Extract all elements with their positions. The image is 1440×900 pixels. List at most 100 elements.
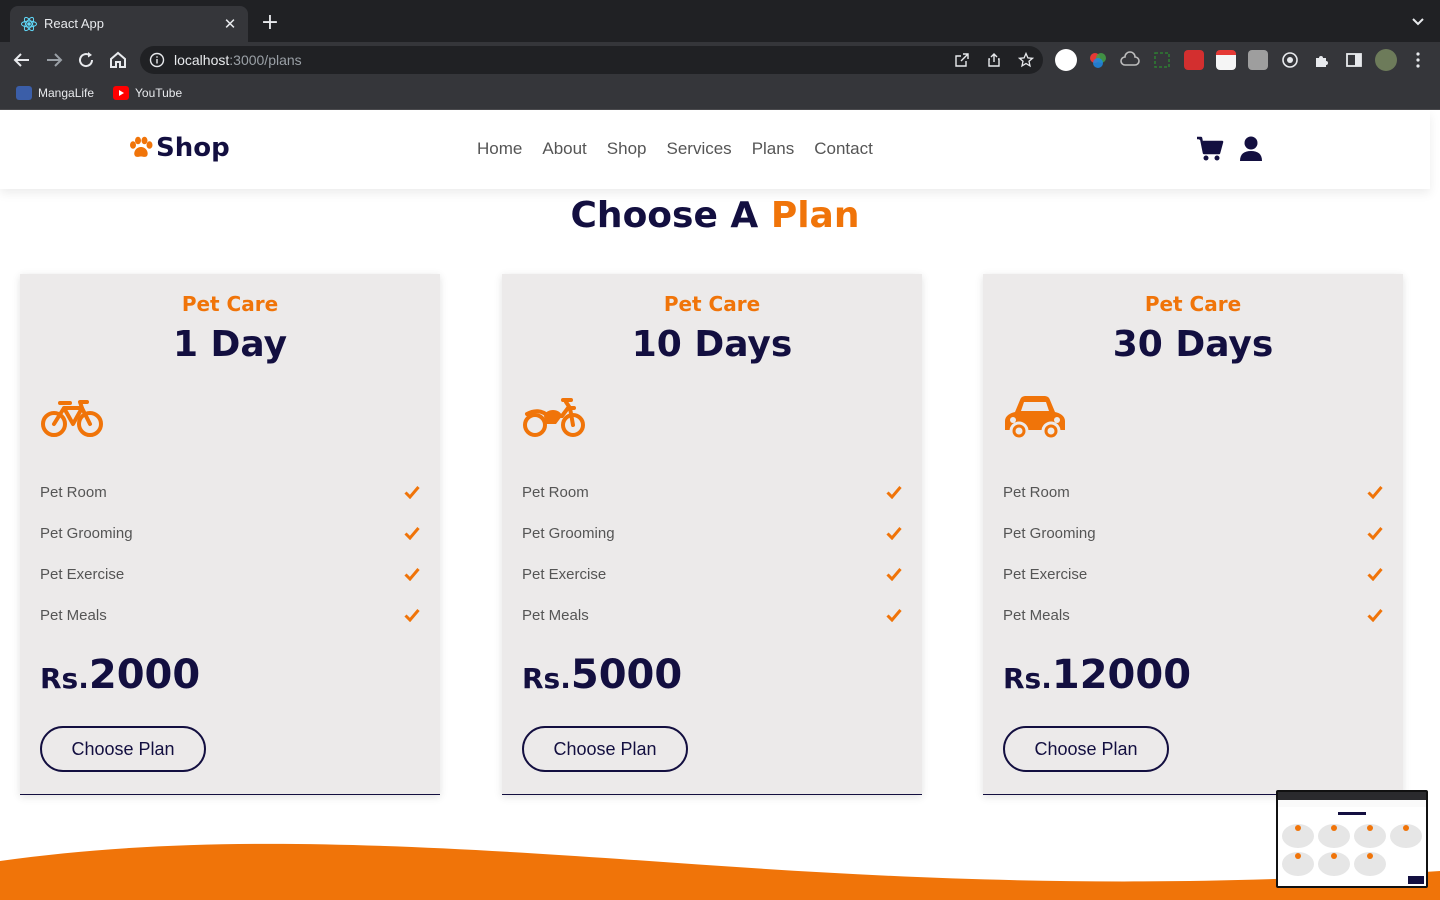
cart-icon[interactable] (1196, 135, 1224, 163)
open-in-new-icon[interactable] (954, 52, 970, 68)
nav-shop[interactable]: Shop (607, 139, 647, 159)
choose-plan-button[interactable]: Choose Plan (1003, 726, 1169, 772)
check-icon (1367, 568, 1383, 581)
screenshot-extension-icon[interactable] (1152, 50, 1172, 70)
feature-label: Pet Room (40, 484, 107, 501)
feature-label: Pet Room (1003, 484, 1070, 501)
plan-price: Rs.12000 (1003, 652, 1191, 698)
choose-plan-button[interactable]: Choose Plan (522, 726, 688, 772)
plan-price: Rs.5000 (522, 652, 682, 698)
plan-feature: Pet Grooming (1003, 525, 1383, 549)
nav-plans[interactable]: Plans (752, 139, 795, 159)
bookmark-label: YouTube (135, 86, 183, 100)
motorcycle-icon (523, 398, 585, 437)
check-icon (886, 568, 902, 581)
bookmark-label: MangaLife (38, 86, 95, 100)
main-nav: Home About Shop Services Plans Contact (477, 139, 893, 159)
check-icon (886, 609, 902, 622)
nav-services[interactable]: Services (667, 139, 732, 159)
price-amount: 2000 (88, 652, 201, 698)
feature-label: Pet Meals (522, 607, 589, 624)
info-icon[interactable] (149, 52, 165, 68)
forward-arrow-icon[interactable] (42, 48, 66, 72)
close-icon[interactable]: ✕ (220, 14, 240, 34)
plan-card: Pet Care 10 Days Pet Room Pet Grooming P… (502, 274, 922, 795)
h-extension-icon[interactable] (1248, 50, 1268, 70)
new-tab-button[interactable]: + (258, 12, 282, 36)
youtube-icon (113, 86, 129, 100)
plan-feature: Pet Grooming (40, 525, 420, 549)
plan-feature: Pet Meals (40, 607, 420, 631)
star-icon[interactable] (1018, 52, 1034, 68)
plan-subtitle: Pet Care (181, 292, 279, 316)
check-icon (886, 486, 902, 499)
tab-title: React App (44, 16, 104, 31)
car-icon (1005, 396, 1065, 441)
reload-icon[interactable] (74, 48, 98, 72)
profile-circle-icon[interactable] (1055, 49, 1077, 71)
bookmark-mangalife[interactable]: MangaLife (16, 86, 94, 100)
thumbnail-preview (1278, 792, 1426, 886)
check-icon (886, 527, 902, 540)
url-text: localhost:3000/plans (174, 52, 302, 68)
puzzle-extensions-icon[interactable] (1312, 50, 1332, 70)
logo-link[interactable]: Shop (128, 133, 230, 163)
feature-label: Pet Exercise (522, 566, 607, 583)
chevron-down-icon[interactable] (1410, 14, 1426, 30)
home-icon[interactable] (106, 48, 130, 72)
color-picker-extension-icon[interactable] (1088, 50, 1108, 70)
section-title: Choose A Plan (0, 195, 1430, 236)
check-icon (404, 527, 420, 540)
address-bar[interactable]: localhost:3000/plans (140, 46, 1043, 74)
section-title-accent: Plan (770, 195, 860, 236)
bookmark-youtube[interactable]: YouTube (113, 86, 182, 100)
url-host: localhost (174, 52, 230, 68)
plan-title: 1 Day (172, 324, 288, 365)
plan-title: 30 Days (1112, 324, 1274, 365)
price-currency: Rs. (40, 662, 89, 695)
section-title-main: Choose A (570, 195, 759, 236)
calendar-extension-icon[interactable] (1216, 50, 1236, 70)
plan-feature: Pet Meals (1003, 607, 1383, 631)
nav-about[interactable]: About (542, 139, 586, 159)
mangalife-icon (16, 86, 32, 100)
nav-home[interactable]: Home (477, 139, 522, 159)
screenshot-thumbnail[interactable] (1276, 790, 1428, 888)
browser-tab[interactable]: React App ✕ (10, 6, 248, 42)
plan-card: Pet Care 1 Day Pet Room Pet Grooming Pet… (20, 274, 440, 795)
site-header: Shop Home About Shop Services Plans Cont… (0, 111, 1430, 189)
feature-label: Pet Meals (1003, 607, 1070, 624)
plan-subtitle: Pet Care (663, 292, 761, 316)
user-icon[interactable] (1237, 135, 1265, 163)
share-icon[interactable] (986, 52, 1002, 68)
plan-title: 10 Days (631, 324, 793, 365)
feature-label: Pet Room (522, 484, 589, 501)
browser-toolbar: localhost:3000/plans (0, 42, 1440, 78)
choose-plan-button[interactable]: Choose Plan (40, 726, 206, 772)
more-menu-icon[interactable] (1408, 50, 1428, 70)
plan-feature: Pet Room (1003, 484, 1383, 508)
nav-contact[interactable]: Contact (814, 139, 873, 159)
plan-subtitle: Pet Care (1144, 292, 1242, 316)
plan-feature: Pet Exercise (1003, 566, 1383, 590)
plan-feature: Pet Room (40, 484, 420, 508)
profile-avatar[interactable] (1375, 49, 1397, 71)
side-panel-icon[interactable] (1344, 50, 1364, 70)
target-extension-icon[interactable] (1280, 50, 1300, 70)
feature-label: Pet Grooming (40, 525, 133, 542)
check-icon (404, 609, 420, 622)
price-currency: Rs. (1003, 662, 1052, 695)
feature-label: Pet Meals (40, 607, 107, 624)
url-path: :3000/plans (229, 52, 302, 68)
feature-label: Pet Grooming (1003, 525, 1096, 542)
feature-label: Pet Exercise (40, 566, 125, 583)
plan-feature: Pet Exercise (522, 566, 902, 590)
cloud-extension-icon[interactable] (1120, 50, 1140, 70)
browser-tab-bar: React App ✕ + (0, 0, 1440, 42)
plan-feature: Pet Room (522, 484, 902, 508)
footer-wave (0, 843, 1440, 900)
bookmarks-bar: MangaLife YouTube (0, 78, 1440, 110)
back-arrow-icon[interactable] (10, 48, 34, 72)
bug-extension-icon[interactable] (1184, 50, 1204, 70)
plan-feature: Pet Grooming (522, 525, 902, 549)
